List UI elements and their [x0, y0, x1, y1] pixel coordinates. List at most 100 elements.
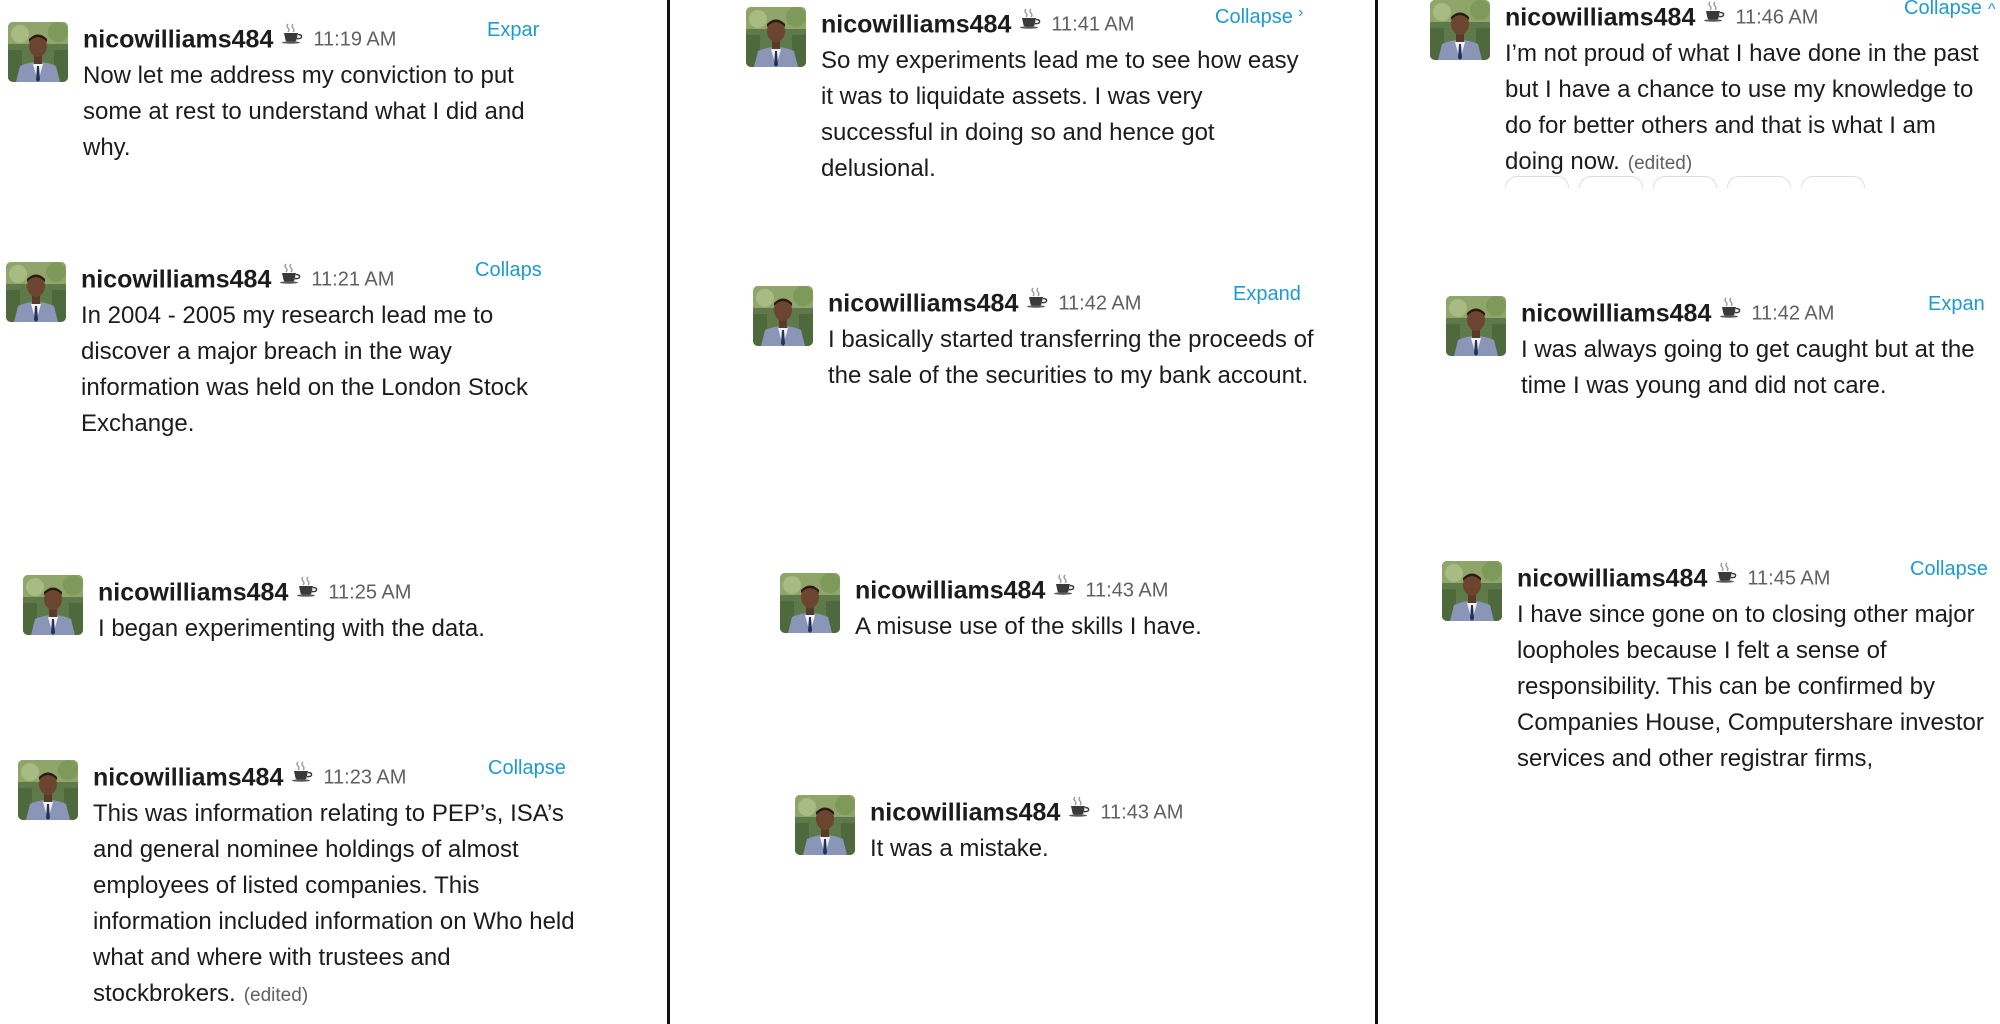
- message-text: So my experiments lead me to see how eas…: [821, 43, 1311, 187]
- username[interactable]: nicowilliams484: [821, 11, 1011, 39]
- message-header: nicowilliams484 11:46 AM: [1505, 0, 1818, 35]
- message-body: I basically started transferring the pro…: [828, 326, 1314, 389]
- message-body: I began experimenting with the data.: [98, 615, 485, 642]
- reaction-pill[interactable]: [1727, 176, 1791, 188]
- coffee-icon: [1019, 7, 1041, 42]
- message: nicowilliams484 11:23 AM Collapse This wa…: [18, 757, 578, 1010]
- coffee-icon: [296, 575, 318, 610]
- expand-link[interactable]: Expand: [1233, 282, 1313, 306]
- collapse-link[interactable]: Collapse: [1215, 5, 1310, 29]
- column-divider-right: [1375, 0, 1378, 1024]
- chevron-up-icon[interactable]: ^: [1988, 2, 1996, 18]
- message: nicowilliams484 11:42 AM Expan I was alwa…: [1446, 293, 2000, 416]
- avatar[interactable]: [1446, 296, 1506, 356]
- collapse-link[interactable]: Collaps: [475, 258, 547, 282]
- username[interactable]: nicowilliams484: [1521, 300, 1711, 328]
- avatar[interactable]: [23, 575, 83, 635]
- timestamp[interactable]: 11:25 AM: [328, 582, 411, 604]
- message: nicowilliams484 11:42 AM Expand I basical…: [753, 283, 1314, 436]
- reaction-pill[interactable]: [1505, 176, 1569, 188]
- message-body: So my experiments lead me to see how eas…: [821, 47, 1299, 182]
- message-body: I was always going to get caught but at …: [1521, 336, 1975, 399]
- reaction-pill[interactable]: [1801, 176, 1865, 188]
- username[interactable]: nicowilliams484: [1505, 4, 1695, 32]
- timestamp[interactable]: 11:46 AM: [1735, 7, 1818, 29]
- username[interactable]: nicowilliams484: [855, 577, 1045, 605]
- message-body: Now let me address my conviction to put …: [83, 62, 525, 161]
- message-header: nicowilliams484 11:19 AM: [83, 22, 396, 57]
- reaction-pill[interactable]: [1579, 176, 1643, 188]
- message: nicowilliams484 11:19 AM Expar Now let me…: [8, 19, 539, 172]
- message-body: I’m not proud of what I have done in the…: [1505, 40, 1979, 175]
- message-text: I’m not proud of what I have done in the…: [1505, 36, 1995, 182]
- username[interactable]: nicowilliams484: [81, 266, 271, 294]
- username[interactable]: nicowilliams484: [828, 290, 1018, 318]
- coffee-icon: [1026, 286, 1048, 321]
- message: nicowilliams484 11:25 AM I began experime…: [23, 575, 553, 665]
- coffee-icon: [1703, 0, 1725, 35]
- coffee-icon: [1068, 795, 1090, 830]
- expand-link[interactable]: Expar: [487, 18, 547, 42]
- collapse-link[interactable]: Collapse: [1910, 557, 2000, 581]
- collapse-link[interactable]: Collapse: [488, 756, 583, 780]
- avatar[interactable]: [6, 262, 66, 322]
- edited-label: (edited): [1627, 153, 1693, 174]
- timestamp[interactable]: 11:42 AM: [1058, 293, 1141, 315]
- message-text: Now let me address my conviction to put …: [83, 58, 538, 166]
- timestamp[interactable]: 11:41 AM: [1051, 14, 1134, 36]
- message-header: nicowilliams484 11:43 AM: [855, 573, 1168, 608]
- message-text: This was information relating to PEP’s, …: [93, 796, 583, 1014]
- message: nicowilliams484 11:21 AM Collaps In 2004 …: [6, 259, 542, 452]
- message-body: In 2004 - 2005 my research lead me to di…: [81, 302, 528, 437]
- message-header: nicowilliams484 11:21 AM: [81, 262, 394, 297]
- chevron-right-icon[interactable]: ›: [1298, 5, 1303, 21]
- message: nicowilliams484 11:46 AM Collapse ^ I’m n…: [1430, 0, 2000, 190]
- message-text: I was always going to get caught but at …: [1521, 332, 2000, 404]
- timestamp[interactable]: 11:45 AM: [1747, 568, 1830, 590]
- message-text: A misuse use of the skills I have.: [855, 609, 1315, 645]
- timestamp[interactable]: 11:19 AM: [313, 29, 396, 51]
- message-text: It was a mistake.: [870, 831, 1310, 867]
- reaction-pill[interactable]: [1653, 176, 1717, 188]
- message-body: I have since gone on to closing other ma…: [1517, 601, 1984, 772]
- avatar[interactable]: [753, 286, 813, 346]
- collapse-link[interactable]: Collapse: [1904, 0, 1989, 20]
- avatar[interactable]: [1442, 561, 1502, 621]
- username[interactable]: nicowilliams484: [1517, 565, 1707, 593]
- coffee-icon: [279, 262, 301, 297]
- message-header: nicowilliams484 11:43 AM: [870, 795, 1183, 830]
- avatar[interactable]: [18, 760, 78, 820]
- message-header: nicowilliams484 11:42 AM: [1521, 296, 1834, 331]
- message-text: I have since gone on to closing other ma…: [1517, 597, 2000, 777]
- edited-label: (edited): [243, 985, 309, 1006]
- message: nicowilliams484 11:43 AM A misuse use of …: [780, 573, 1320, 663]
- username[interactable]: nicowilliams484: [93, 764, 283, 792]
- message-body: A misuse use of the skills I have.: [855, 613, 1202, 640]
- avatar[interactable]: [780, 573, 840, 633]
- avatar[interactable]: [8, 22, 68, 82]
- coffee-icon: [1719, 296, 1741, 331]
- message-header: nicowilliams484 11:23 AM: [93, 760, 406, 795]
- coffee-icon: [291, 760, 313, 795]
- message-header: nicowilliams484 11:45 AM: [1517, 561, 1830, 596]
- message-text: I began experimenting with the data.: [98, 611, 558, 647]
- coffee-icon: [1715, 561, 1737, 596]
- expand-link[interactable]: Expan: [1928, 292, 1988, 316]
- timestamp[interactable]: 11:21 AM: [311, 269, 394, 291]
- message: nicowilliams484 11:43 AM It was a mistake…: [795, 795, 1315, 885]
- column-divider-left: [667, 0, 670, 1024]
- timestamp[interactable]: 11:23 AM: [323, 767, 406, 789]
- message-header: nicowilliams484 11:25 AM: [98, 575, 411, 610]
- coffee-icon: [281, 22, 303, 57]
- avatar[interactable]: [746, 7, 806, 67]
- message: nicowilliams484 11:45 AM Collapse I have …: [1442, 558, 2000, 781]
- username[interactable]: nicowilliams484: [98, 579, 288, 607]
- timestamp[interactable]: 11:43 AM: [1100, 802, 1183, 824]
- timestamp[interactable]: 11:42 AM: [1751, 303, 1834, 325]
- timestamp[interactable]: 11:43 AM: [1085, 580, 1168, 602]
- avatar[interactable]: [795, 795, 855, 855]
- username[interactable]: nicowilliams484: [83, 26, 273, 54]
- username[interactable]: nicowilliams484: [870, 799, 1060, 827]
- avatar[interactable]: [1430, 0, 1490, 60]
- message-text: I basically started transferring the pro…: [828, 322, 1318, 394]
